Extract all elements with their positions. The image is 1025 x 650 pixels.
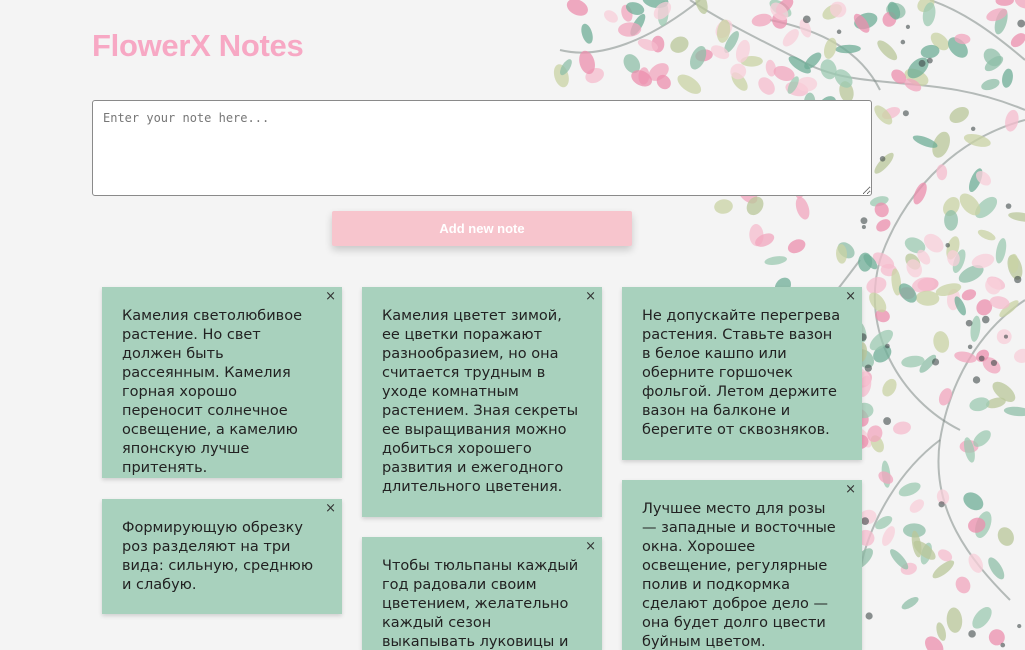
note-text: Камелия цветет зимой, ее цветки поражают… [382, 308, 579, 495]
close-icon[interactable]: × [845, 483, 856, 497]
note-card: × Не допускайте перегрева растения. Став… [622, 287, 862, 460]
close-icon[interactable]: × [845, 290, 856, 304]
note-text: Не допускайте перегрева растения. Ставьт… [642, 308, 841, 438]
close-icon[interactable]: × [585, 290, 596, 304]
note-text: Формирующую обрезку роз разделяют на три… [122, 520, 314, 593]
note-card: × Чтобы тюльпаны каждый год радовали сво… [362, 537, 602, 650]
note-card: × Камелия цветет зимой, ее цветки поража… [362, 287, 602, 517]
note-card: × Лучшее место для розы — западные и вос… [622, 480, 862, 650]
close-icon[interactable]: × [585, 540, 596, 554]
notes-app: FlowerX Notes Add new note × Камелия све… [0, 0, 1025, 650]
note-text: Чтобы тюльпаны каждый год радовали своим… [382, 558, 579, 650]
note-input[interactable] [92, 100, 872, 196]
close-icon[interactable]: × [325, 502, 336, 516]
add-note-button[interactable]: Add new note [332, 211, 632, 246]
note-text: Лучшее место для розы — западные и восто… [642, 501, 836, 650]
note-card: × Камелия светолюбивое растение. Но свет… [102, 287, 342, 478]
close-icon[interactable]: × [325, 290, 336, 304]
note-card: × Формирующую обрезку роз разделяют на т… [102, 499, 342, 614]
app-title: FlowerX Notes [92, 28, 304, 63]
note-text: Камелия светолюбивое растение. Но свет д… [122, 308, 302, 476]
